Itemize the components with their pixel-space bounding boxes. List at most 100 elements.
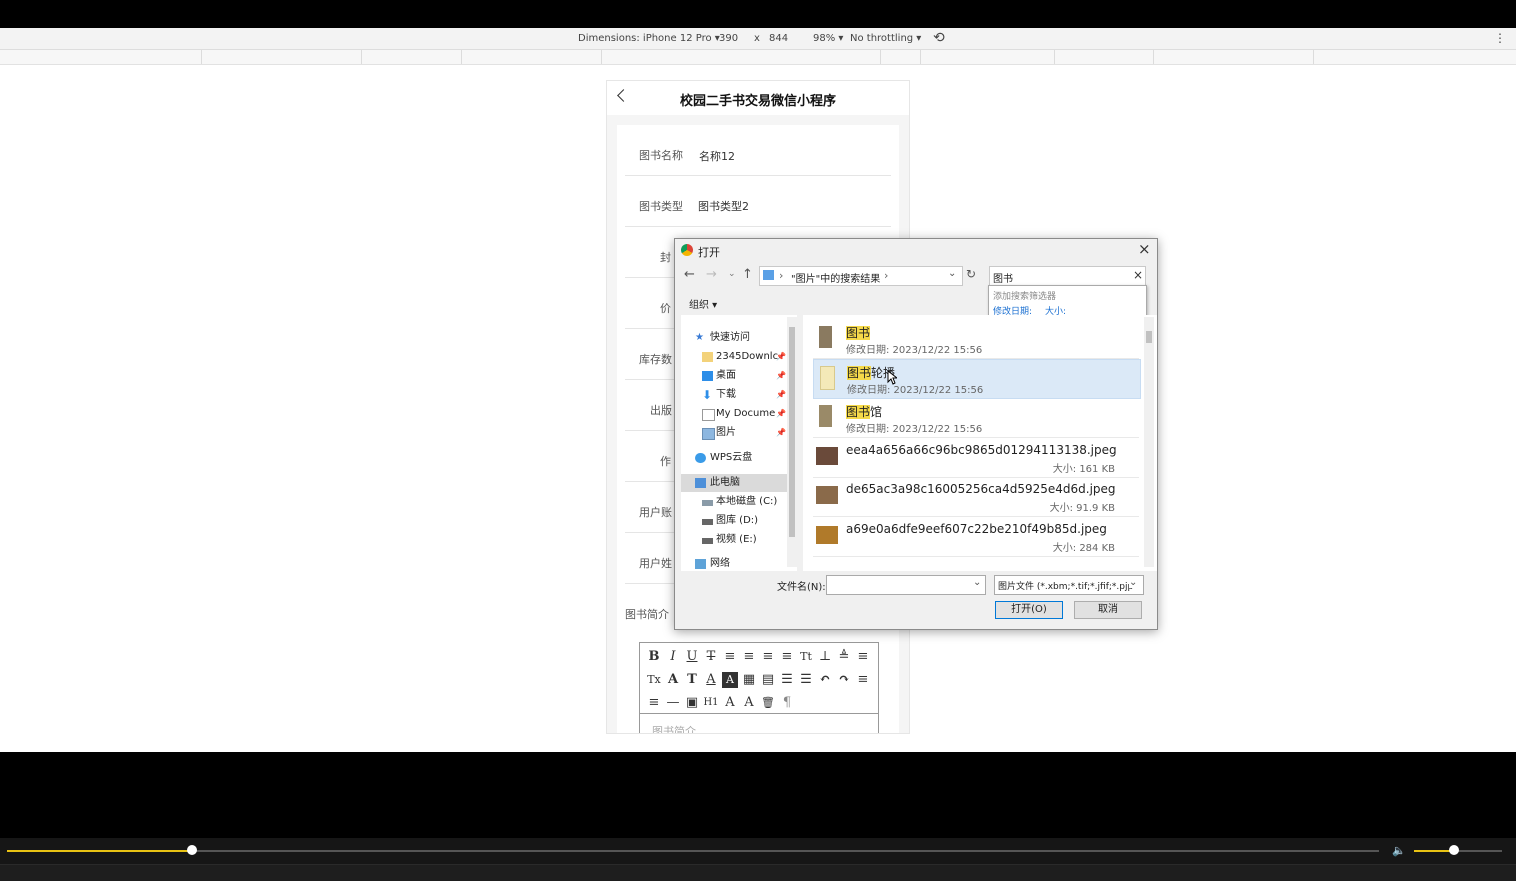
font-size-small-icon[interactable]: T bbox=[684, 672, 700, 688]
file-list: 图书 修改日期: 2023/12/22 15:56 图书轮播 修改日期: 202… bbox=[803, 315, 1157, 571]
nav-pictures[interactable]: 图片 📌 bbox=[681, 424, 791, 442]
underline-icon[interactable]: U bbox=[684, 649, 700, 665]
nav-desktop[interactable]: 桌面 📌 bbox=[681, 367, 791, 385]
clear-search-icon[interactable]: × bbox=[1133, 268, 1143, 282]
filename-input[interactable]: ⌄ bbox=[826, 575, 986, 595]
more-options-icon[interactable]: ⋮ bbox=[1494, 31, 1506, 45]
nav-drive-c[interactable]: 本地磁盘 (C:) bbox=[681, 493, 791, 511]
close-icon[interactable]: × bbox=[1138, 240, 1151, 258]
filetype-select[interactable]: 图片文件 (*.xbm;*.tif;*.jfif;*.pjp ⌄ bbox=[994, 575, 1144, 595]
rotate-icon[interactable]: ⟲ bbox=[933, 30, 945, 46]
search-value[interactable]: 图书 bbox=[993, 270, 1013, 285]
align-center-icon[interactable]: ≡ bbox=[741, 649, 757, 665]
device-width-input[interactable]: 390 bbox=[719, 33, 738, 44]
heading-icon[interactable]: H1 bbox=[703, 695, 719, 711]
up-icon[interactable]: ↑ bbox=[742, 267, 753, 282]
scroll-thumb[interactable] bbox=[789, 327, 795, 537]
line-height-icon[interactable]: ⊥ bbox=[817, 649, 833, 665]
chevron-down-icon[interactable]: ⌄ bbox=[973, 577, 981, 588]
progress-handle[interactable] bbox=[187, 845, 198, 855]
nav-scrollbar[interactable] bbox=[787, 317, 797, 567]
zoom-select[interactable]: 98% ▾ bbox=[813, 33, 843, 44]
divider bbox=[625, 175, 891, 176]
file-list-scrollbar[interactable] bbox=[1144, 317, 1154, 567]
list-item[interactable]: a69e0a6dfe9eef607c22be210f49b85d.jpeg 大小… bbox=[813, 518, 1139, 557]
indent-icon[interactable]: ≡ bbox=[646, 695, 662, 711]
superscript-icon[interactable]: A bbox=[741, 695, 757, 711]
spacing-after-icon[interactable]: ≡ bbox=[855, 649, 871, 665]
nav-2345downloads[interactable]: 2345Downlc 📌 bbox=[681, 348, 791, 366]
nav-drive-d[interactable]: 图库 (D:) bbox=[681, 512, 791, 530]
list-item[interactable]: 图书 修改日期: 2023/12/22 15:56 bbox=[813, 320, 1139, 359]
progress-fill bbox=[7, 850, 193, 852]
image-icon[interactable]: ▣ bbox=[684, 695, 700, 711]
chevron-down-icon[interactable]: ⌄ bbox=[1129, 577, 1141, 588]
font-family-icon[interactable]: A bbox=[665, 672, 681, 688]
strikethrough-icon[interactable]: T bbox=[703, 649, 719, 665]
cursor-icon bbox=[887, 370, 897, 385]
progress-track[interactable] bbox=[7, 845, 1379, 855]
search-input[interactable]: 图书 × bbox=[989, 266, 1146, 286]
background-color-icon[interactable]: A bbox=[722, 672, 738, 688]
clipboard-icon[interactable]: ▤ bbox=[760, 672, 776, 688]
volume-handle[interactable] bbox=[1448, 845, 1459, 855]
align-left-icon[interactable]: ≡ bbox=[722, 649, 738, 665]
nav-drive-e[interactable]: 视频 (E:) bbox=[681, 531, 791, 549]
editor-placeholder[interactable]: 图书简介 bbox=[652, 723, 696, 733]
subscript-icon[interactable]: A bbox=[722, 695, 738, 711]
outdent-icon[interactable]: ≡ bbox=[855, 672, 871, 688]
list-item[interactable]: de65ac3a98c16005256ca4d5925e4d6d.jpeg 大小… bbox=[813, 478, 1139, 517]
back-icon[interactable]: ← bbox=[684, 267, 695, 282]
recent-locations-icon[interactable]: ⌄ bbox=[728, 269, 736, 279]
rich-text-editor[interactable]: B I U T ≡ ≡ ≡ ≡ Tt ⊥ ≜ ≡ Tx A T A A ▦ ▤ … bbox=[639, 642, 879, 733]
font-color-icon[interactable]: A bbox=[703, 672, 719, 688]
cloud-icon bbox=[695, 453, 706, 463]
clear-format-icon[interactable]: Tx bbox=[646, 672, 662, 688]
field-label-book-name: 图书名称 bbox=[639, 149, 683, 162]
pictures-icon bbox=[702, 428, 715, 440]
nav-wps-cloud[interactable]: WPS云盘 bbox=[681, 449, 791, 467]
throttling-select[interactable]: No throttling ▾ bbox=[850, 33, 921, 44]
list-item[interactable]: 图书轮播 修改日期: 2023/12/22 15:56 bbox=[813, 359, 1141, 399]
list-item[interactable]: 图书馆 修改日期: 2023/12/22 15:56 bbox=[813, 399, 1139, 438]
open-button[interactable]: 打开(O) bbox=[995, 601, 1063, 619]
refresh-icon[interactable]: ↻ bbox=[964, 267, 978, 284]
nav-this-pc[interactable]: 此电脑 bbox=[681, 474, 791, 492]
trash-icon[interactable]: 🗑 bbox=[760, 695, 776, 711]
forward-icon[interactable]: → bbox=[706, 267, 717, 282]
spacing-before-icon[interactable]: ≜ bbox=[836, 649, 852, 665]
nav-downloads[interactable]: ⬇ 下载 📌 bbox=[681, 386, 791, 404]
nav-documents[interactable]: My Docume 📌 bbox=[681, 405, 791, 423]
pin-icon: 📌 bbox=[776, 352, 786, 361]
ordered-list-icon[interactable]: ☰ bbox=[779, 672, 795, 688]
field-label-cover: 封 bbox=[660, 251, 671, 264]
undo-icon[interactable]: ↶ bbox=[817, 672, 833, 688]
nav-network[interactable]: 网络 bbox=[681, 555, 791, 571]
organize-menu[interactable]: 组织 ▾ bbox=[689, 296, 717, 311]
list-item[interactable]: eea4a656a66c96bc9865d01294113138.jpeg 大小… bbox=[813, 439, 1139, 478]
dimension-times: x bbox=[754, 33, 760, 44]
field-label-intro: 图书简介 bbox=[625, 608, 669, 621]
horizontal-rule-icon[interactable]: — bbox=[665, 695, 681, 711]
device-dimensions-select[interactable]: Dimensions: iPhone 12 Pro ▾ bbox=[578, 33, 720, 44]
paragraph-icon[interactable]: ¶ bbox=[779, 695, 795, 711]
nav-quick-access[interactable]: ★ 快速访问 bbox=[681, 329, 791, 347]
align-justify-icon[interactable]: ≡ bbox=[779, 649, 795, 665]
device-height-input[interactable]: 844 bbox=[769, 33, 788, 44]
bold-icon[interactable]: B bbox=[646, 649, 662, 665]
date-icon[interactable]: ▦ bbox=[741, 672, 757, 688]
volume-track[interactable] bbox=[1414, 845, 1502, 855]
field-select-book-type[interactable]: 图书类型2 bbox=[698, 198, 749, 214]
cancel-button[interactable]: 取消 bbox=[1074, 601, 1142, 619]
scroll-thumb[interactable] bbox=[1146, 331, 1152, 343]
bullet-list-icon[interactable]: ☰ bbox=[798, 672, 814, 688]
italic-icon[interactable]: I bbox=[665, 649, 681, 665]
redo-icon[interactable]: ↷ bbox=[836, 672, 852, 688]
field-input-book-name[interactable]: 名称12 bbox=[699, 148, 735, 164]
volume-icon[interactable]: 🔈 bbox=[1392, 844, 1406, 857]
chevron-down-icon[interactable]: ⌄ bbox=[948, 268, 956, 279]
breadcrumb[interactable]: "图片"中的搜索结果 bbox=[791, 270, 880, 285]
align-right-icon[interactable]: ≡ bbox=[760, 649, 776, 665]
address-bar[interactable]: › "图片"中的搜索结果 › ⌄ bbox=[759, 266, 963, 286]
font-size-icon[interactable]: Tt bbox=[798, 649, 814, 665]
